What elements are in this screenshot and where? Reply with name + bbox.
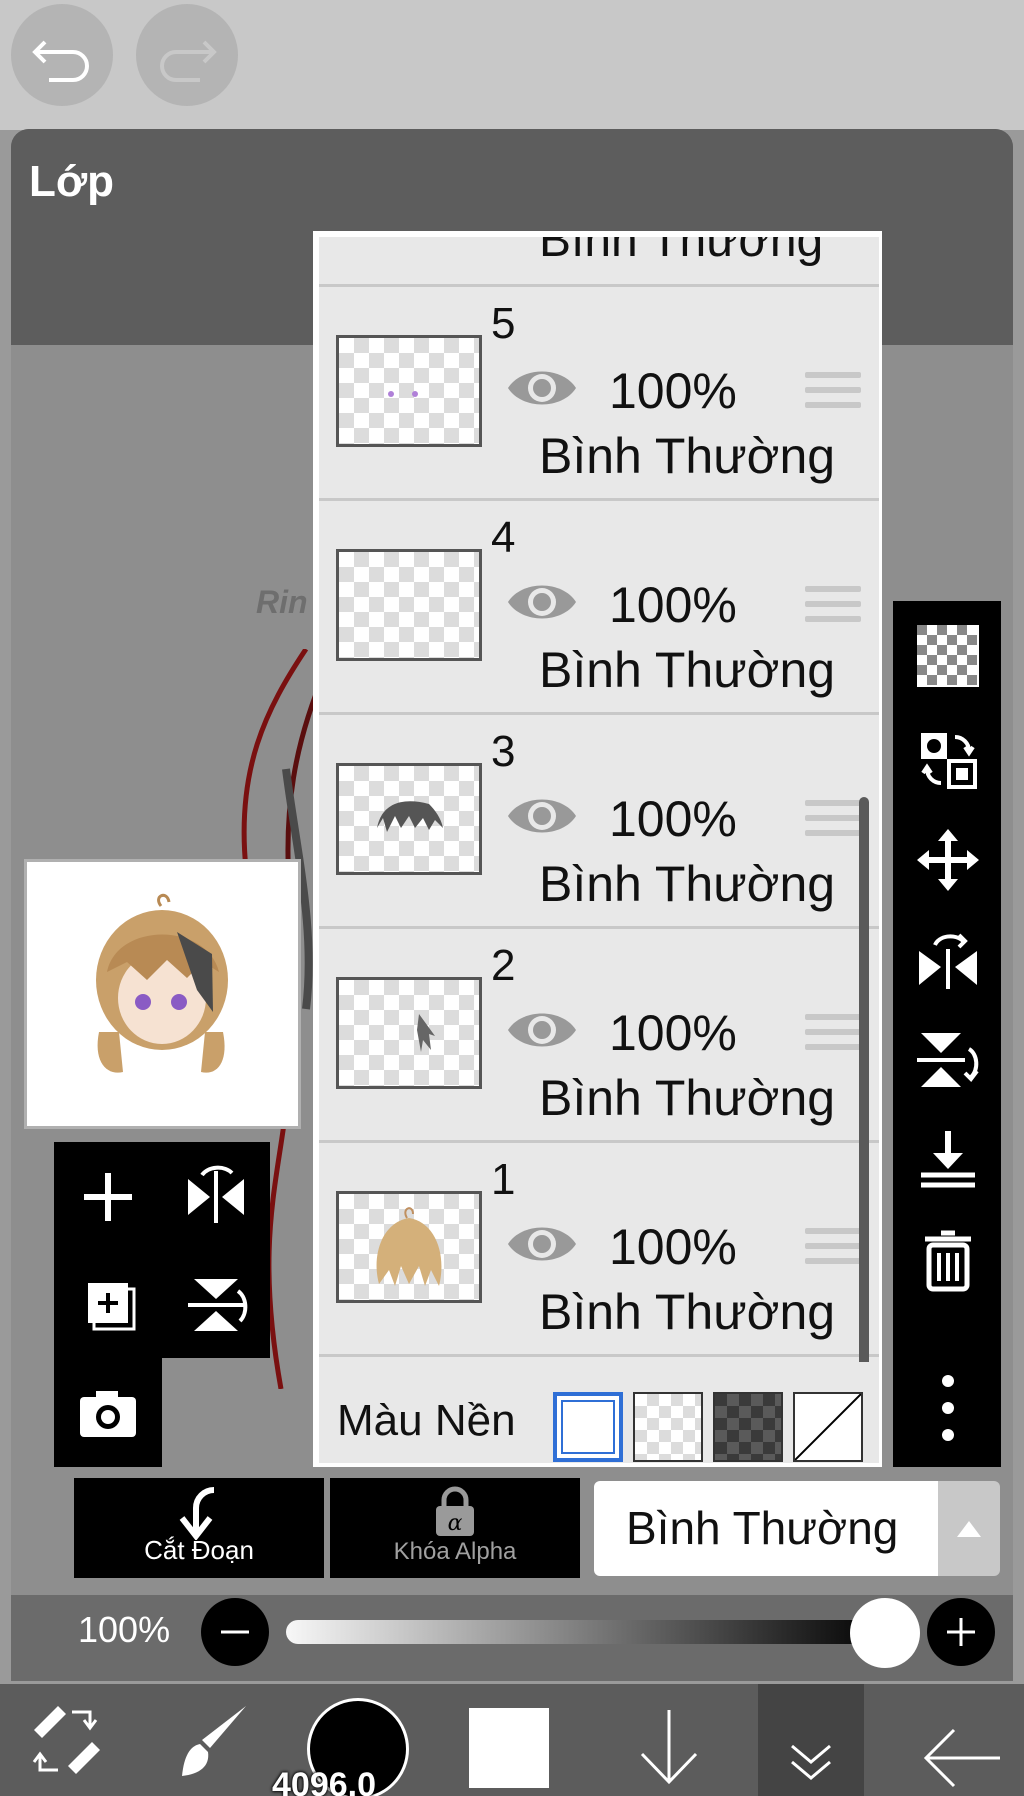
drag-handle-icon[interactable] (805, 1228, 861, 1272)
right-toolbar (893, 601, 1001, 1467)
clipping-button[interactable]: Cắt Đoạn (74, 1478, 324, 1578)
opacity-slider[interactable] (286, 1620, 886, 1644)
canvas-watermark-text: Rin (256, 584, 308, 620)
layer-opacity: 100% (609, 577, 737, 633)
drag-handle-icon[interactable] (805, 1014, 861, 1058)
layer-row[interactable]: 4 100% Bình Thường (319, 501, 879, 715)
undo-icon (32, 40, 89, 82)
flip-horizontal-icon[interactable] (915, 927, 981, 993)
flip-horizontal-rotate-icon[interactable] (176, 1157, 256, 1237)
layer-partial-top[interactable]: Bình Thường (319, 237, 879, 287)
layer-number: 2 (491, 941, 516, 990)
redo-icon (160, 40, 217, 82)
layer-mode: Bình Thường (539, 428, 836, 484)
opacity-decrease-button[interactable] (201, 1598, 269, 1666)
opacity-slider-knob[interactable] (850, 1598, 920, 1668)
layer-opacity: 100% (609, 1219, 737, 1275)
opacity-increase-button[interactable] (927, 1598, 995, 1666)
merge-down-icon[interactable] (915, 1127, 981, 1193)
background-transparent-dark-swatch[interactable] (713, 1392, 783, 1462)
layer-number: 4 (491, 513, 516, 562)
layer-mode: Bình Thường (539, 1284, 836, 1340)
drag-handle-icon[interactable] (805, 800, 861, 844)
color-swatch[interactable] (469, 1708, 549, 1788)
camera-icon[interactable] (68, 1373, 148, 1453)
layer-list-scrollbar[interactable] (859, 797, 869, 1457)
move-icon[interactable] (915, 827, 981, 893)
flip-vertical-icon[interactable] (915, 1027, 981, 1093)
add-layer-icon[interactable] (68, 1157, 148, 1237)
background-color-label: Màu Nền (337, 1396, 516, 1445)
layer-list[interactable]: Bình Thường 5 100% Bình Thường 4 100% Bì… (313, 231, 882, 1467)
flip-vertical-rotate-icon[interactable] (176, 1265, 256, 1345)
visibility-eye-icon[interactable] (504, 1004, 580, 1056)
layer-thumbnail (336, 977, 482, 1089)
minus-icon (221, 1630, 249, 1634)
opacity-percent-label: 100% (78, 1609, 171, 1650)
clipping-label: Cắt Đoạn (144, 1535, 254, 1565)
layer-number: 1 (491, 1155, 516, 1204)
redo-button[interactable] (136, 4, 238, 106)
layers-button[interactable] (758, 1684, 864, 1796)
alpha-lock-label: Khóa Alpha (393, 1538, 517, 1565)
back-arrow-icon[interactable] (916, 1684, 1006, 1796)
layer-opacity: 100% (609, 1005, 737, 1061)
more-options-icon[interactable] (915, 1375, 981, 1441)
tool-switch-icon[interactable] (20, 1684, 110, 1796)
plus-icon (947, 1618, 975, 1646)
checkerboard-icon[interactable] (915, 623, 981, 689)
visibility-eye-icon[interactable] (504, 576, 580, 628)
background-color-row: Màu Nền (319, 1362, 879, 1463)
layer-mode: Bình Thường (539, 856, 836, 912)
blend-mode-value: Bình Thường (626, 1502, 899, 1554)
background-transparent-light-swatch[interactable] (633, 1392, 703, 1462)
svg-text:α: α (448, 1511, 463, 1536)
layer-number: 3 (491, 727, 516, 776)
duplicate-layer-icon[interactable] (68, 1265, 148, 1345)
layer-opacity: 100% (609, 791, 737, 847)
visibility-eye-icon[interactable] (504, 362, 580, 414)
character-thumbnail (96, 893, 228, 1073)
bottom-nav: 4096.0 (0, 1684, 1024, 1796)
blend-mode-select[interactable]: Bình Thường (594, 1481, 938, 1576)
top-bar (0, 0, 1024, 130)
drag-handle-icon[interactable] (805, 372, 861, 416)
layer-row[interactable]: 5 100% Bình Thường (319, 287, 879, 501)
layer-row[interactable]: 3 100% Bình Thường (319, 715, 879, 929)
visibility-eye-icon[interactable] (504, 1218, 580, 1270)
layer-thumbnail (336, 549, 482, 661)
layer-mode: Bình Thường (539, 1070, 836, 1126)
layer-number: 5 (491, 299, 516, 348)
lock-icon: α (436, 1486, 474, 1536)
blend-mode-dropdown-button[interactable] (938, 1481, 1000, 1576)
visibility-eye-icon[interactable] (504, 790, 580, 842)
background-none-swatch[interactable] (793, 1392, 863, 1462)
layer-mode: Bình Thường (539, 237, 824, 267)
canvas-preview[interactable] (24, 859, 301, 1129)
layer-row[interactable]: 2 100% Bình Thường (319, 929, 879, 1143)
drag-handle-icon[interactable] (805, 586, 861, 630)
alpha-lock-button[interactable]: α Khóa Alpha (330, 1478, 580, 1578)
layer-mode: Bình Thường (539, 642, 836, 698)
swap-layers-icon[interactable] (915, 727, 981, 793)
layer-thumbnail (336, 1191, 482, 1303)
brush-size-value: 4096.0 (272, 1766, 376, 1796)
layer-row[interactable]: 1 100% Bình Thường (319, 1143, 879, 1357)
layer-opacity: 100% (609, 363, 737, 419)
background-white-swatch[interactable] (553, 1392, 623, 1462)
trash-icon[interactable] (915, 1227, 981, 1293)
layer-thumbnail (336, 335, 482, 447)
arrow-down-icon[interactable] (624, 1684, 714, 1796)
triangle-up-icon (957, 1521, 981, 1537)
clipping-arrow-icon (179, 1487, 215, 1540)
double-chevron-down-icon (791, 1744, 831, 1780)
layer-thumbnail (336, 763, 482, 875)
undo-button[interactable] (11, 4, 113, 106)
panel-title: Lớp (29, 157, 115, 206)
brush-icon[interactable] (164, 1684, 254, 1796)
